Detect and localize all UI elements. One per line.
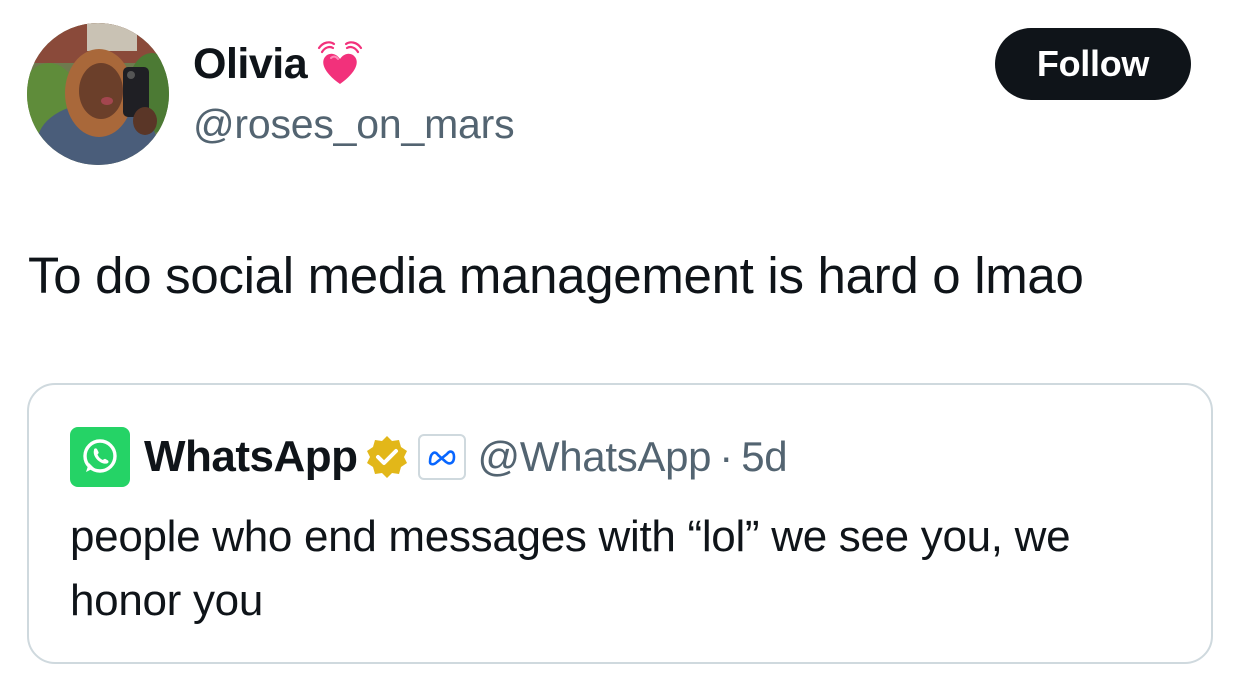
follow-button[interactable]: Follow <box>995 28 1191 100</box>
quoted-display-name[interactable]: WhatsApp <box>144 432 358 482</box>
quoted-tweet-card[interactable]: WhatsApp @WhatsApp · 5d people who end m… <box>27 383 1213 664</box>
author-handle[interactable]: @roses_on_mars <box>193 101 515 148</box>
whatsapp-logo-icon[interactable] <box>70 427 130 487</box>
quoted-tweet-header: WhatsApp @WhatsApp · 5d <box>70 425 788 489</box>
meta-logo-icon <box>428 450 455 466</box>
separator-dot: · <box>719 433 734 480</box>
avatar[interactable] <box>27 23 169 165</box>
quoted-tweet-text: people who end messages with “lol” we se… <box>70 512 1071 625</box>
heart-with-waves-icon <box>318 41 363 84</box>
tweet-text: To do social media management is hard o … <box>28 247 1084 304</box>
quoted-handle[interactable]: @WhatsApp <box>478 433 712 481</box>
author-display-name[interactable]: Olivia <box>193 40 308 89</box>
avatar-photo <box>27 23 169 165</box>
affiliate-badge[interactable] <box>417 434 466 480</box>
author-name-row: Olivia <box>193 36 367 92</box>
quoted-timestamp[interactable]: 5d <box>741 433 787 481</box>
gold-verified-icon[interactable] <box>364 434 410 480</box>
